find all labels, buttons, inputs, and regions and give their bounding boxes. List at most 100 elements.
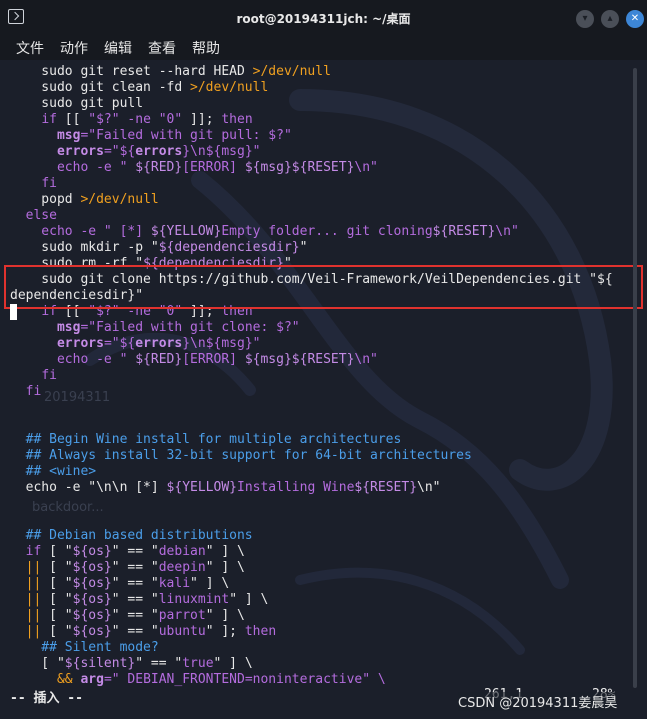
code-token: ${msg}${RESET}: [244, 160, 355, 175]
text-cursor: [10, 304, 17, 320]
code-line: || [ "${os}" == "ubuntu" ]; then: [10, 624, 277, 640]
code-token: errors: [135, 144, 183, 159]
code-line: fi: [10, 176, 57, 192]
code-token: ${msg}${RESET}: [244, 352, 355, 367]
code-line: sudo git reset --hard HEAD >/dev/null: [10, 64, 331, 80]
code-line: if [ "${os}" == "debian" ] \: [10, 544, 245, 560]
code-token: \n": [354, 160, 378, 175]
code-token: " == ": [111, 544, 159, 559]
code-token: " == ": [111, 624, 159, 639]
code-token: echo -e "\n\n [*]: [10, 480, 167, 495]
code-token: >/dev/null: [190, 80, 269, 95]
code-token: "0": [158, 112, 183, 127]
code-token: ="${: [103, 336, 136, 351]
maximize-button[interactable]: ▴: [601, 10, 619, 28]
code-token: sudo git clean -fd: [10, 80, 191, 95]
code-token: [ ": [41, 544, 73, 559]
code-line: || [ "${os}" == "parrot" ] \: [10, 608, 245, 624]
code-token: ${os}: [72, 576, 112, 591]
code-token: ## Debian based distributions: [10, 528, 253, 543]
code-token: " == ": [135, 656, 183, 671]
minimize-button[interactable]: ▾: [576, 10, 594, 28]
close-button[interactable]: ✕: [626, 10, 644, 28]
code-line: echo -e " [*] ${YELLOW}Empty folder... g…: [10, 224, 519, 240]
code-token: debian: [158, 544, 206, 559]
code-token: popd: [10, 192, 81, 207]
scrollbar-thumb[interactable]: [633, 68, 637, 688]
watermark-text: backdoor...: [32, 500, 104, 515]
code-token: then: [221, 112, 253, 127]
terminal-area[interactable]: sudo git reset --hard HEAD >/dev/null su…: [0, 60, 647, 719]
code-token: >/dev/null: [80, 192, 159, 207]
code-line: msg="Failed with git clone: $?": [10, 320, 300, 336]
code-line: fi: [10, 384, 42, 400]
code-token: ${os}: [72, 592, 112, 607]
watermark-text: 20194311: [44, 390, 111, 405]
code-token: sudo git reset --hard HEAD: [10, 64, 253, 79]
code-line: errors="${errors}\n${msg}": [10, 336, 261, 352]
code-token: [ ": [10, 656, 65, 671]
code-line: errors="${errors}\n${msg}": [10, 144, 261, 160]
code-token: ${RESET}: [354, 480, 418, 495]
code-token: ||: [25, 592, 42, 607]
code-line: sudo git clean -fd >/dev/null: [10, 80, 268, 96]
code-line: [ "${silent}" == "true" ] \: [10, 656, 252, 672]
menu-bar: 文件 动作 编辑 查看 帮助: [0, 36, 647, 60]
code-token: fi: [41, 368, 57, 383]
code-token: kali: [158, 576, 191, 591]
code-token: ${RED}: [135, 160, 183, 175]
code-line: echo -e " ${RED}[ERROR] ${msg}${RESET}\n…: [10, 352, 378, 368]
menu-help[interactable]: 帮助: [192, 38, 220, 58]
code-token: errors: [56, 144, 104, 159]
code-token: [[: [56, 112, 89, 127]
code-token: deepin: [158, 560, 206, 575]
code-line: sudo git pull: [10, 96, 143, 112]
window-title: root@20194311jch: ~/桌面: [236, 12, 411, 26]
code-token: }\n${msg}": [182, 144, 261, 159]
code-line: || [ "${os}" == "kali" ] \: [10, 576, 230, 592]
code-token: \n": [495, 224, 519, 239]
code-line: ## <wine>: [10, 464, 96, 480]
code-token: " == ": [111, 592, 159, 607]
menu-file[interactable]: 文件: [16, 38, 44, 58]
code-token: echo -e ": [10, 160, 136, 175]
code-line: && arg=" DEBIAN_FRONTEND=noninteractive"…: [10, 672, 386, 688]
code-token: ${RESET}: [432, 224, 496, 239]
title-bar: root@20194311jch: ~/桌面 ▾ ▴ ✕: [0, 0, 647, 36]
code-token: [ ": [41, 560, 73, 575]
code-token: [ ": [41, 592, 73, 607]
code-token: linuxmint: [158, 592, 230, 607]
code-line: || [ "${os}" == "deepin" ] \: [10, 560, 245, 576]
code-token: if: [41, 112, 57, 127]
code-token: " ];: [205, 624, 245, 639]
code-token: ${RED}: [135, 352, 183, 367]
code-line: echo -e " ${RED}[ERROR] ${msg}${RESET}\n…: [10, 160, 378, 176]
code-token: ||: [25, 560, 42, 575]
code-token: msg: [56, 320, 81, 335]
code-line: if [[ "$?" -ne "0" ]]; then: [10, 112, 253, 128]
menu-edit[interactable]: 编辑: [104, 38, 132, 58]
code-token: ]];: [182, 112, 222, 127]
code-line: || [ "${os}" == "linuxmint" ] \: [10, 592, 269, 608]
code-line: ## Always install 32-bit support for 64-…: [10, 448, 472, 464]
code-token: \n": [354, 352, 378, 367]
code-token: ## Always install 32-bit support for 64-…: [10, 448, 472, 463]
code-token: ${os}: [72, 608, 112, 623]
menu-action[interactable]: 动作: [60, 38, 88, 58]
code-token: " == ": [111, 560, 159, 575]
code-token: "$?": [88, 112, 120, 127]
menu-view[interactable]: 查看: [148, 38, 176, 58]
code-token: ${dependenciesdir}: [158, 240, 300, 255]
code-token: " == ": [111, 576, 159, 591]
code-token: Installing Wine: [237, 480, 355, 495]
code-token: echo -e ": [10, 352, 136, 367]
